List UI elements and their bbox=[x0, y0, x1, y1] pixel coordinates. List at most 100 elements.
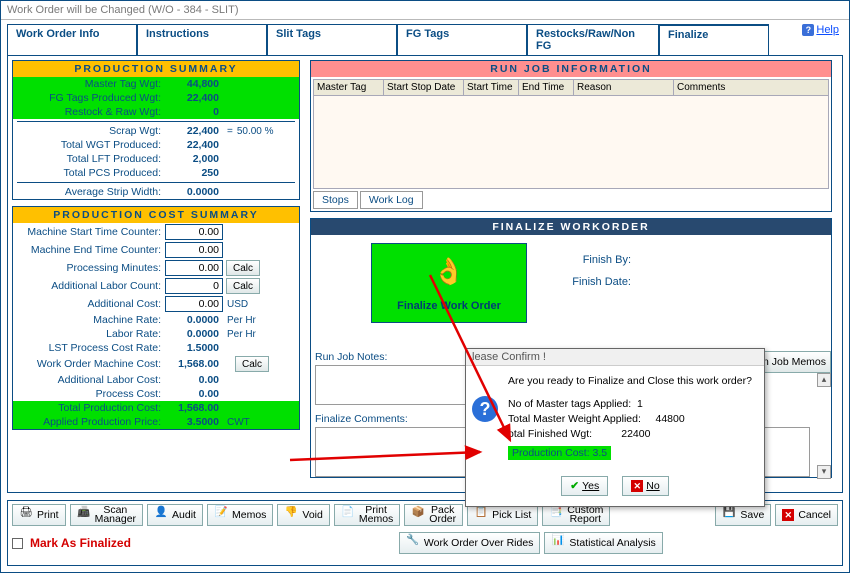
left-column: PRODUCTION SUMMARY Master Tag Wgt: 44,80… bbox=[12, 60, 300, 436]
val-app: 3.5000 bbox=[165, 416, 223, 428]
cost-summary-panel: PRODUCTION COST SUMMARY Machine Start Ti… bbox=[12, 206, 300, 430]
report-icon: 📑 bbox=[549, 508, 563, 522]
statistical-analysis-button[interactable]: 📊Statistical Analysis bbox=[544, 532, 662, 554]
ok-hand-icon: 👌 bbox=[433, 256, 465, 287]
eq-scrap: = bbox=[223, 126, 233, 137]
lbl-procmin: Processing Minutes: bbox=[15, 262, 165, 274]
chart-icon: 📊 bbox=[551, 536, 565, 550]
input-addcost[interactable] bbox=[165, 296, 223, 312]
scroll-down-icon[interactable]: ▾ bbox=[817, 465, 831, 479]
col-reason: Reason bbox=[574, 80, 674, 95]
subtab-worklog[interactable]: Work Log bbox=[360, 191, 423, 209]
input-mend[interactable] bbox=[165, 242, 223, 258]
run-job-grid[interactable]: Master Tag Start Stop Date Start Time En… bbox=[313, 79, 829, 189]
memos-button[interactable]: 📝Memos bbox=[207, 504, 273, 526]
save-icon: 💾 bbox=[722, 508, 736, 522]
calc-btn-2[interactable]: Calc bbox=[226, 278, 260, 294]
val-wom: 1,568.00 bbox=[165, 358, 223, 370]
lbl-total-lft: Total LFT Produced: bbox=[15, 153, 165, 165]
finalize-comments-label: Finalize Comments: bbox=[315, 413, 408, 425]
scroll-up-icon[interactable]: ▴ bbox=[817, 373, 831, 387]
pack-order-button[interactable]: 📦Pack Order bbox=[404, 504, 463, 526]
row-master-tag-wgt: Master Tag Wgt: 44,800 bbox=[13, 77, 299, 91]
over-rides-button[interactable]: 🔧Work Order Over Rides bbox=[399, 532, 541, 554]
tab-restocks[interactable]: Restocks/Raw/Non FG bbox=[527, 24, 659, 55]
row-avg-strip: Average Strip Width: 0.0000 bbox=[13, 185, 299, 199]
print-memos-button[interactable]: 📄Print Memos bbox=[334, 504, 400, 526]
run-job-header: RUN JOB INFORMATION bbox=[311, 61, 831, 77]
unit-mrate: Per Hr bbox=[223, 315, 256, 326]
help-link[interactable]: Help bbox=[802, 24, 839, 36]
custom-report-button[interactable]: 📑Custom Report bbox=[542, 504, 610, 526]
lbl-lst: LST Process Cost Rate: bbox=[15, 342, 165, 354]
run-job-panel: RUN JOB INFORMATION Master Tag Start Sto… bbox=[310, 60, 832, 212]
input-addlabor[interactable] bbox=[165, 278, 223, 294]
pick-list-button[interactable]: 📋Pick List bbox=[467, 504, 538, 526]
row-restock: Restock & Raw Wgt: 0 bbox=[13, 105, 299, 119]
finish-labels: Finish By: Finish Date: bbox=[551, 249, 631, 293]
val-fg-tags: 22,400 bbox=[165, 92, 223, 104]
dlg-l1b: 1 bbox=[637, 398, 643, 410]
lbl-addlabor: Additional Labor Count: bbox=[15, 280, 165, 292]
dialog-production-cost: Production Cost: 3.5 bbox=[508, 446, 611, 460]
person-icon: 👤 bbox=[154, 508, 168, 522]
calc-btn-3[interactable]: Calc bbox=[235, 356, 269, 372]
package-icon: 📦 bbox=[411, 508, 425, 522]
mark-finalized-checkbox[interactable] bbox=[12, 538, 23, 549]
subtabs: Stops Work Log bbox=[313, 191, 829, 209]
col-start-stop: Start Stop Date bbox=[384, 80, 464, 95]
yes-button[interactable]: ✔Yes bbox=[561, 476, 608, 496]
lbl-mrate: Machine Rate: bbox=[15, 314, 165, 326]
tab-instructions[interactable]: Instructions bbox=[137, 24, 267, 55]
toolbar: 🖨Print 📠Scan Manager 👤Audit 📝Memos 👎Void… bbox=[7, 500, 843, 566]
row-scrap: Scrap Wgt: 22,400 = 50.00 % bbox=[13, 124, 299, 138]
confirm-dialog: lease Confirm ! ? Are you ready to Final… bbox=[465, 348, 765, 507]
page-icon: 📄 bbox=[341, 508, 355, 522]
finish-by-label: Finish By: bbox=[551, 249, 631, 271]
calc-btn-1[interactable]: Calc bbox=[226, 260, 260, 276]
finish-date-label: Finish Date: bbox=[551, 271, 631, 293]
row-total-lft: Total LFT Produced: 2,000 bbox=[13, 152, 299, 166]
audit-button[interactable]: 👤Audit bbox=[147, 504, 203, 526]
val-total-wgt: 22,400 bbox=[165, 139, 223, 151]
finalize-btn-label: Finalize Work Order bbox=[397, 300, 501, 312]
production-summary-header: PRODUCTION SUMMARY bbox=[13, 61, 299, 77]
run-notes-label: Run Job Notes: bbox=[315, 351, 387, 363]
dlg-l2a: Total Master Weight Applied: bbox=[508, 413, 641, 425]
lbl-pcost: Process Cost: bbox=[15, 388, 165, 400]
no-button[interactable]: ✕No bbox=[622, 476, 668, 496]
val-addlc: 0.00 bbox=[165, 374, 223, 386]
unit-cwt: CWT bbox=[223, 417, 250, 428]
input-procmin[interactable] bbox=[165, 260, 223, 276]
col-start-time: Start Time bbox=[464, 80, 519, 95]
void-button[interactable]: 👎Void bbox=[277, 504, 329, 526]
save-button[interactable]: 💾Save bbox=[715, 504, 771, 526]
lbl-mstart: Machine Start Time Counter: bbox=[15, 226, 165, 238]
memo-icon: 📝 bbox=[214, 508, 228, 522]
tab-fg-tags[interactable]: FG Tags bbox=[397, 24, 527, 55]
col-master-tag: Master Tag bbox=[314, 80, 384, 95]
cost-summary-header: PRODUCTION COST SUMMARY bbox=[13, 207, 299, 223]
dialog-title: lease Confirm ! bbox=[466, 349, 764, 366]
lbl-mend: Machine End Time Counter: bbox=[15, 244, 165, 256]
cancel-button[interactable]: ✕Cancel bbox=[775, 504, 838, 526]
print-button[interactable]: 🖨Print bbox=[12, 504, 66, 526]
col-end-time: End Time bbox=[519, 80, 574, 95]
pct-scrap: 50.00 % bbox=[233, 126, 274, 137]
mark-finalized-label: Mark As Finalized bbox=[30, 536, 131, 550]
tab-slit-tags[interactable]: Slit Tags bbox=[267, 24, 397, 55]
grid-header: Master Tag Start Stop Date Start Time En… bbox=[314, 80, 828, 96]
val-scrap: 22,400 bbox=[165, 125, 223, 137]
tab-finalize[interactable]: Finalize bbox=[659, 24, 769, 55]
val-avg-strip: 0.0000 bbox=[165, 186, 223, 198]
subtab-stops[interactable]: Stops bbox=[313, 191, 358, 209]
input-mstart[interactable] bbox=[165, 224, 223, 240]
tab-work-order-info[interactable]: Work Order Info bbox=[7, 24, 137, 55]
dlg-l2b: 44800 bbox=[655, 413, 684, 425]
run-job-memos-button[interactable]: n Job Memos bbox=[758, 351, 831, 373]
unit-lrate: Per Hr bbox=[223, 329, 256, 340]
finalize-work-order-button[interactable]: 👌 Finalize Work Order bbox=[371, 243, 527, 323]
scan-manager-button[interactable]: 📠Scan Manager bbox=[70, 504, 143, 526]
dlg-l1a: No of Master tags Applied: bbox=[508, 398, 631, 410]
lbl-scrap: Scrap Wgt: bbox=[15, 125, 165, 137]
